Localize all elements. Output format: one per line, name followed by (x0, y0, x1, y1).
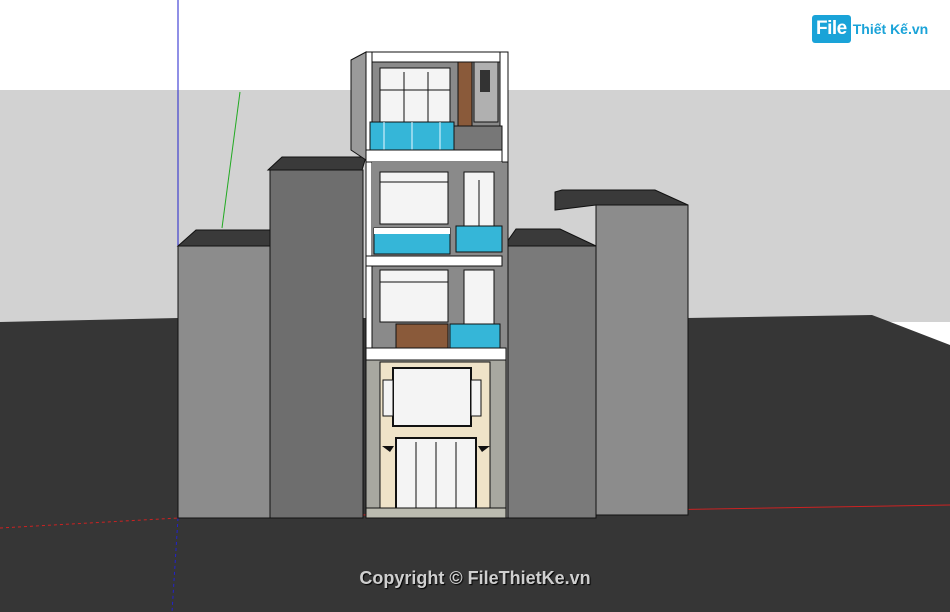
wood-panel (457, 61, 473, 127)
facade-frame-left (365, 51, 373, 359)
neighbor-building-left-low (176, 229, 281, 519)
ground-floor-window (392, 367, 472, 427)
logo-text: Thiết Kế.vn (852, 21, 929, 37)
wood-panel (395, 323, 449, 351)
floor-3 (372, 162, 503, 258)
neighbor-building-left-tall (266, 156, 367, 519)
townhouse-model[interactable] (350, 51, 509, 519)
floor-1 (365, 359, 507, 519)
floor-4 (369, 61, 503, 151)
roof-parapet (365, 51, 509, 63)
floor-slab (365, 149, 503, 163)
neighbor-building-right-low (503, 228, 597, 519)
file-icon: File (812, 15, 851, 43)
floor-2 (379, 269, 501, 351)
glass-balcony-railing (449, 323, 501, 351)
sketchup-viewport[interactable] (0, 0, 950, 612)
glass-balcony-railing (455, 225, 503, 253)
site-logo[interactable]: File Thiết Kế.vn (812, 12, 928, 46)
floor-slab (365, 347, 507, 361)
side-wall (350, 51, 367, 161)
copyright-watermark: Copyright © FileThietKe.vn (359, 568, 591, 588)
floor-slab (365, 255, 503, 267)
